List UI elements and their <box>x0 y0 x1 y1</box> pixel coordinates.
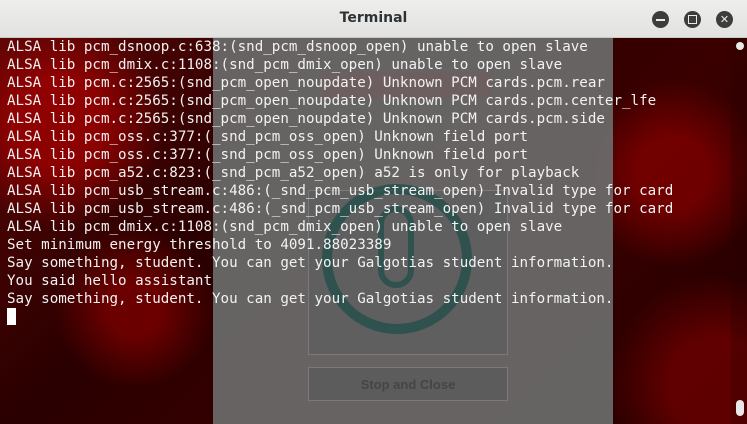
terminal-line: ALSA lib pcm_a52.c:823:(_snd_pcm_a52_ope… <box>7 165 580 181</box>
terminal-line: ALSA lib pcm.c:2565:(snd_pcm_open_noupda… <box>7 93 657 109</box>
scrollbar-top-indicator[interactable] <box>736 42 744 50</box>
terminal-scrollbar[interactable] <box>731 38 747 424</box>
terminal-line: Say something, student. You can get your… <box>7 255 614 271</box>
terminal-line: ALSA lib pcm.c:2565:(snd_pcm_open_noupda… <box>7 111 605 127</box>
terminal-output[interactable]: ALSA lib pcm_dsnoop.c:638:(snd_pcm_dsnoo… <box>0 38 730 424</box>
terminal-line: ALSA lib pcm_dsnoop.c:638:(snd_pcm_dsnoo… <box>7 39 588 55</box>
title-bar[interactable]: Terminal ✕ <box>0 0 747 38</box>
maximize-icon <box>688 15 697 24</box>
scrollbar-thumb[interactable] <box>736 400 744 416</box>
terminal-line: ALSA lib pcm_usb_stream.c:486:(_snd_pcm_… <box>7 183 674 199</box>
terminal-line: ALSA lib pcm.c:2565:(snd_pcm_open_noupda… <box>7 75 605 91</box>
close-icon: ✕ <box>719 13 730 26</box>
terminal-line: ALSA lib pcm_oss.c:377:(_snd_pcm_oss_ope… <box>7 147 529 163</box>
maximize-button[interactable] <box>684 11 701 28</box>
minimize-button[interactable] <box>652 11 669 28</box>
terminal-line: You said hello assistant <box>7 273 212 289</box>
terminal-line: ALSA lib pcm_oss.c:377:(_snd_pcm_oss_ope… <box>7 129 529 145</box>
close-button[interactable]: ✕ <box>716 11 733 28</box>
terminal-line: ALSA lib pcm_dmix.c:1108:(snd_pcm_dmix_o… <box>7 219 563 235</box>
terminal-line: ALSA lib pcm_dmix.c:1108:(snd_pcm_dmix_o… <box>7 57 563 73</box>
terminal-window: Stop and Close Terminal ✕ ALSA lib pcm_d… <box>0 0 747 424</box>
terminal-line: Say something, student. You can get your… <box>7 291 614 307</box>
window-title: Terminal <box>339 10 408 26</box>
terminal-cursor <box>7 308 16 325</box>
minimize-icon <box>656 19 665 21</box>
terminal-line: ALSA lib pcm_usb_stream.c:486:(_snd_pcm_… <box>7 201 674 217</box>
terminal-line: Set minimum energy threshold to 4091.880… <box>7 237 392 253</box>
